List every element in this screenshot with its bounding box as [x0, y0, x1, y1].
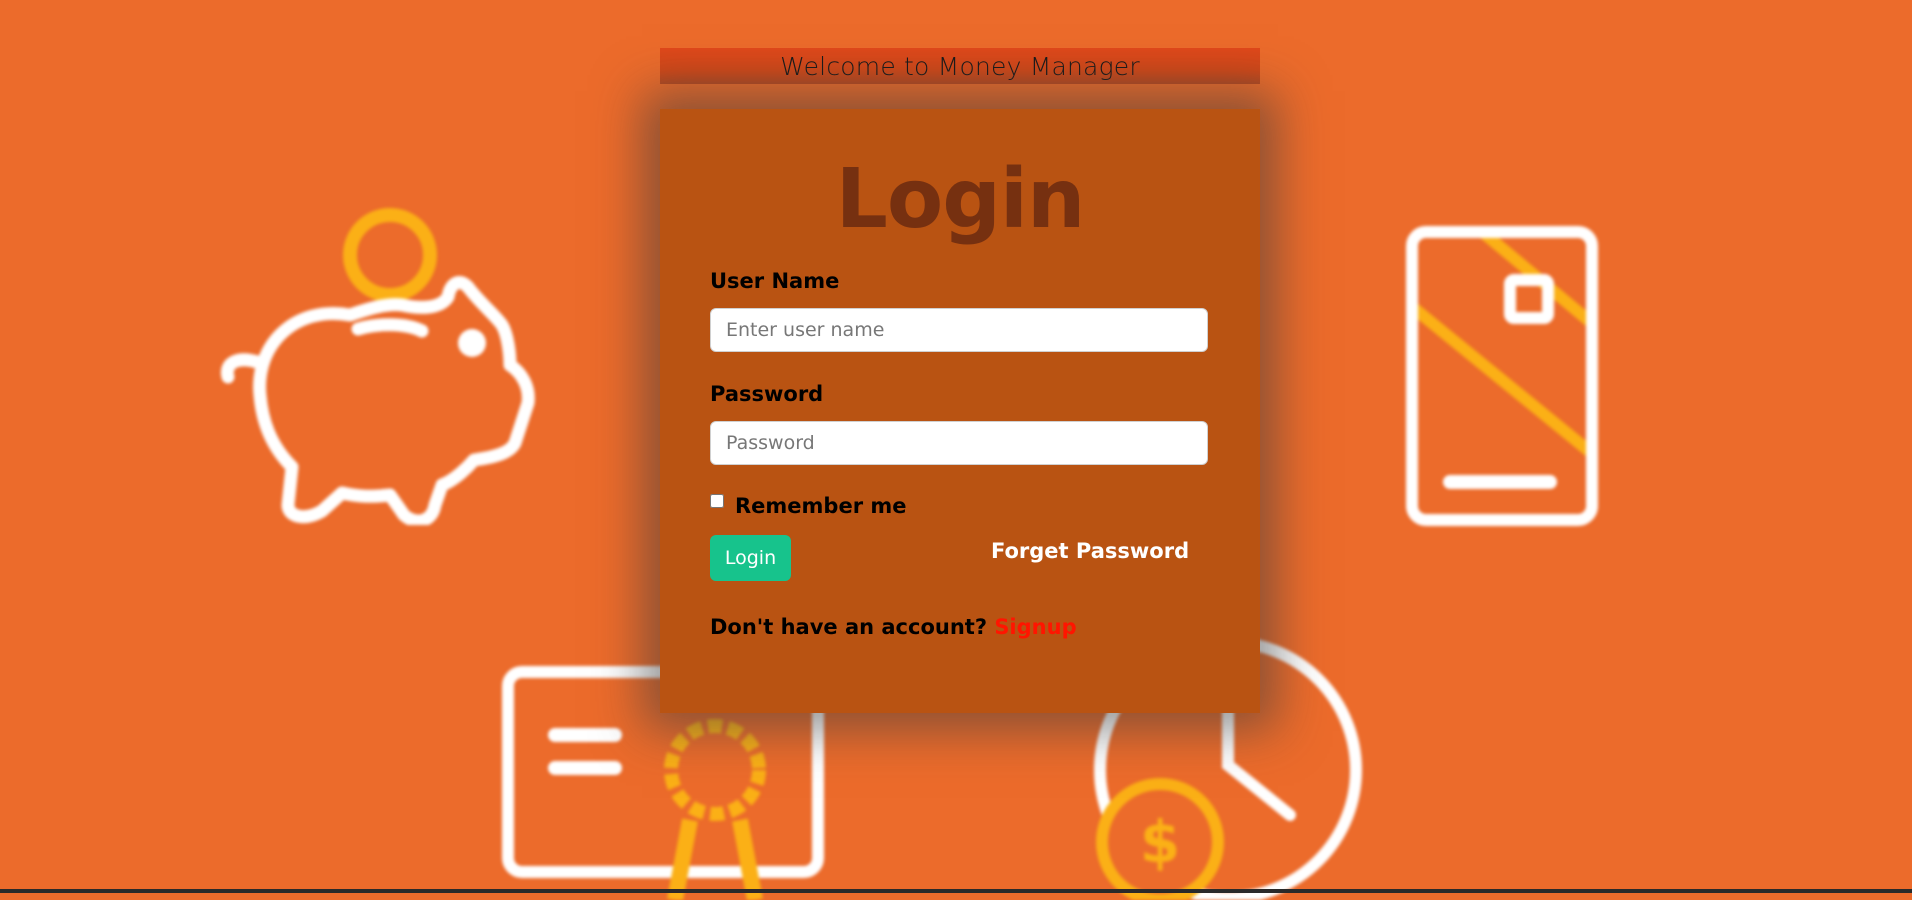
- welcome-banner: Welcome to Money Manager: [660, 48, 1260, 84]
- signup-prompt: Don't have an account? Signup: [710, 615, 1077, 639]
- username-label: User Name: [710, 269, 840, 293]
- signup-link[interactable]: Signup: [994, 615, 1076, 639]
- login-card: Login User Name Password Remember me Log…: [660, 109, 1260, 713]
- password-input[interactable]: [710, 421, 1208, 465]
- username-input[interactable]: [710, 308, 1208, 352]
- svg-text:$: $: [1140, 808, 1180, 876]
- login-button[interactable]: Login: [710, 535, 791, 581]
- forget-password-link[interactable]: Forget Password: [991, 539, 1189, 563]
- login-heading: Login: [835, 152, 1086, 247]
- no-account-text: Don't have an account?: [710, 615, 987, 639]
- piggy-bank-icon: [220, 208, 535, 525]
- credit-card-icon: [1406, 226, 1598, 526]
- remember-me-checkbox[interactable]: [710, 494, 724, 508]
- remember-me-label[interactable]: Remember me: [735, 494, 907, 518]
- bottom-edge: [0, 889, 1912, 893]
- password-label: Password: [710, 382, 824, 406]
